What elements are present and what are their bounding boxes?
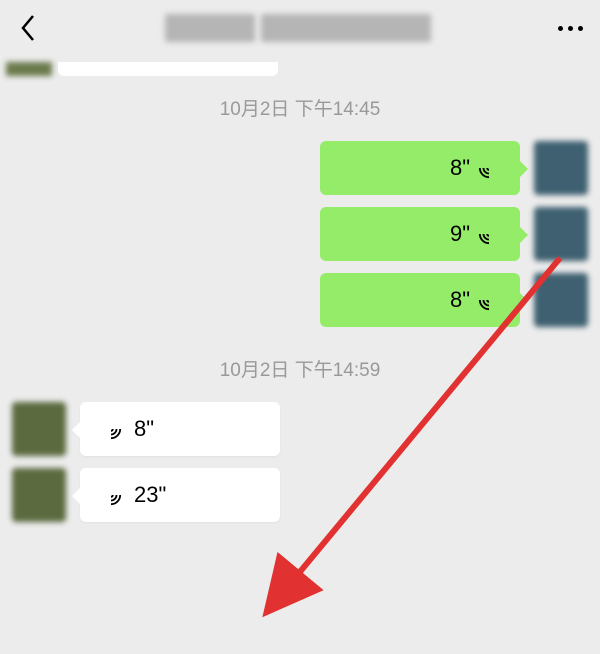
voice-duration: 9" [450, 221, 470, 247]
avatar-self[interactable] [534, 273, 588, 327]
voice-message-out[interactable]: 8" [320, 141, 520, 195]
timestamp: 10月2日 下午14:59 [0, 351, 600, 386]
chat-title [46, 14, 550, 42]
message-row: 8" [0, 135, 600, 201]
voice-message-out[interactable]: 9" [320, 207, 520, 261]
timestamp: 10月2日 下午14:45 [0, 90, 600, 125]
timestamp-text: 10月2日 下午14:59 [210, 351, 391, 386]
avatar-other[interactable] [12, 468, 66, 522]
back-button[interactable] [10, 10, 46, 46]
voice-duration: 23" [134, 482, 166, 508]
more-button[interactable] [550, 10, 590, 46]
voice-message-in[interactable]: 8" [80, 402, 280, 456]
chat-header [0, 0, 600, 56]
message-row: 23" [0, 462, 600, 528]
timestamp-text: 10月2日 下午14:45 [210, 90, 391, 125]
voice-duration: 8" [450, 155, 470, 181]
voice-duration: 8" [450, 287, 470, 313]
voice-play-icon [478, 157, 500, 179]
avatar-other[interactable] [12, 402, 66, 456]
voice-play-icon [478, 289, 500, 311]
message-row: 8" [0, 267, 600, 333]
voice-message-out[interactable]: 8" [320, 273, 520, 327]
voice-duration: 8" [134, 416, 154, 442]
voice-play-icon [100, 418, 122, 440]
avatar-self[interactable] [534, 141, 588, 195]
voice-play-icon [100, 484, 122, 506]
message-row: 9" [0, 201, 600, 267]
chevron-left-icon [19, 14, 37, 42]
clipped-previous-message [6, 62, 278, 76]
voice-play-icon [478, 223, 500, 245]
voice-message-in[interactable]: 23" [80, 468, 280, 522]
avatar-self[interactable] [534, 207, 588, 261]
message-row: 8" [0, 396, 600, 462]
